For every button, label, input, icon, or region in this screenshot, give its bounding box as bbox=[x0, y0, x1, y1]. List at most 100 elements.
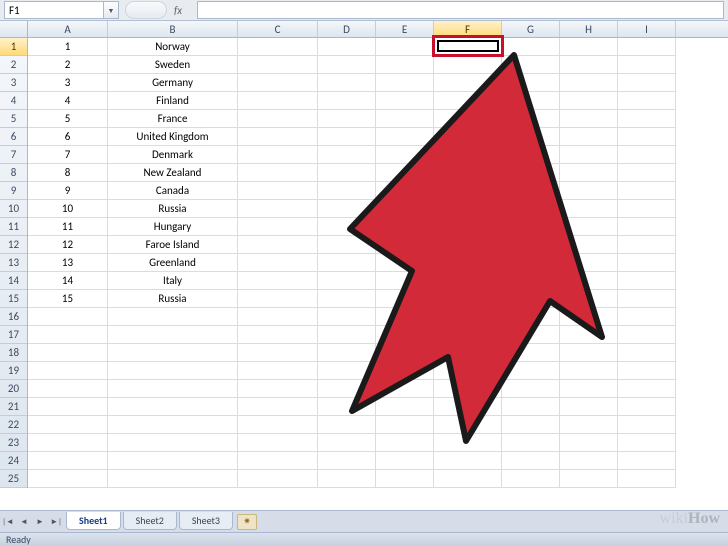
cell[interactable] bbox=[318, 452, 376, 470]
cell[interactable] bbox=[560, 200, 618, 218]
cell[interactable] bbox=[434, 218, 502, 236]
cell[interactable] bbox=[318, 38, 376, 56]
cell[interactable] bbox=[318, 164, 376, 182]
cell[interactable] bbox=[560, 56, 618, 74]
cell[interactable] bbox=[28, 434, 108, 452]
cell[interactable] bbox=[618, 56, 676, 74]
column-header-G[interactable]: G bbox=[502, 21, 560, 37]
cell[interactable] bbox=[376, 164, 434, 182]
cell[interactable] bbox=[108, 308, 238, 326]
cells-area[interactable]: 1Norway2Sweden3Germany4Finland5France6Un… bbox=[28, 38, 728, 488]
row-header[interactable]: 17 bbox=[0, 326, 27, 344]
cell[interactable] bbox=[434, 362, 502, 380]
cell[interactable] bbox=[618, 416, 676, 434]
cell[interactable] bbox=[560, 434, 618, 452]
cell[interactable] bbox=[618, 218, 676, 236]
cell[interactable] bbox=[434, 272, 502, 290]
cell[interactable] bbox=[376, 362, 434, 380]
cell[interactable] bbox=[618, 452, 676, 470]
cell[interactable] bbox=[376, 398, 434, 416]
cell[interactable] bbox=[560, 380, 618, 398]
cell[interactable] bbox=[618, 434, 676, 452]
cell[interactable] bbox=[434, 308, 502, 326]
cell[interactable] bbox=[238, 254, 318, 272]
cell[interactable] bbox=[238, 434, 318, 452]
cell[interactable] bbox=[376, 200, 434, 218]
column-header-F[interactable]: F bbox=[434, 21, 502, 37]
cell[interactable] bbox=[318, 128, 376, 146]
cell[interactable] bbox=[502, 272, 560, 290]
cell[interactable] bbox=[434, 200, 502, 218]
row-header[interactable]: 4 bbox=[0, 92, 27, 110]
cell[interactable] bbox=[318, 326, 376, 344]
cell[interactable]: Hungary bbox=[108, 218, 238, 236]
cell[interactable] bbox=[376, 380, 434, 398]
cell[interactable] bbox=[434, 110, 502, 128]
cell[interactable] bbox=[434, 434, 502, 452]
insert-function-button[interactable]: fx bbox=[167, 1, 189, 19]
tab-nav-next-icon[interactable]: ► bbox=[32, 513, 48, 531]
cell[interactable] bbox=[618, 398, 676, 416]
cell[interactable] bbox=[238, 110, 318, 128]
row-header[interactable]: 22 bbox=[0, 416, 27, 434]
cell[interactable] bbox=[618, 182, 676, 200]
cell[interactable] bbox=[502, 398, 560, 416]
cell[interactable] bbox=[560, 182, 618, 200]
cell[interactable] bbox=[376, 92, 434, 110]
insert-sheet-button[interactable]: ✷ bbox=[237, 514, 257, 530]
cell[interactable] bbox=[560, 416, 618, 434]
cell[interactable] bbox=[618, 92, 676, 110]
cell[interactable]: 11 bbox=[28, 218, 108, 236]
cell[interactable] bbox=[28, 452, 108, 470]
cell[interactable] bbox=[502, 164, 560, 182]
row-header[interactable]: 6 bbox=[0, 128, 27, 146]
cell[interactable] bbox=[618, 380, 676, 398]
cell[interactable] bbox=[108, 380, 238, 398]
cell[interactable]: 7 bbox=[28, 146, 108, 164]
cell[interactable] bbox=[618, 290, 676, 308]
cell[interactable]: 6 bbox=[28, 128, 108, 146]
cell[interactable] bbox=[238, 290, 318, 308]
cell[interactable] bbox=[318, 434, 376, 452]
cell[interactable] bbox=[318, 416, 376, 434]
cell[interactable] bbox=[560, 398, 618, 416]
cell[interactable] bbox=[618, 74, 676, 92]
row-header[interactable]: 21 bbox=[0, 398, 27, 416]
cell[interactable] bbox=[560, 470, 618, 488]
sheet-tab[interactable]: Sheet1 bbox=[66, 512, 121, 530]
cell[interactable] bbox=[238, 56, 318, 74]
cell[interactable] bbox=[318, 200, 376, 218]
cell[interactable]: Russia bbox=[108, 200, 238, 218]
cell[interactable] bbox=[108, 326, 238, 344]
cell[interactable] bbox=[376, 182, 434, 200]
cell[interactable] bbox=[502, 146, 560, 164]
cell[interactable] bbox=[108, 398, 238, 416]
cell[interactable] bbox=[560, 452, 618, 470]
cell[interactable] bbox=[560, 74, 618, 92]
sheet-tab[interactable]: Sheet2 bbox=[123, 512, 177, 530]
cell[interactable] bbox=[434, 470, 502, 488]
cell[interactable] bbox=[618, 146, 676, 164]
row-header[interactable]: 10 bbox=[0, 200, 27, 218]
tab-nav-prev-icon[interactable]: ◄ bbox=[16, 513, 32, 531]
cell[interactable] bbox=[108, 434, 238, 452]
row-header[interactable]: 16 bbox=[0, 308, 27, 326]
cell[interactable] bbox=[502, 182, 560, 200]
cell[interactable] bbox=[502, 254, 560, 272]
cell[interactable] bbox=[618, 470, 676, 488]
cell[interactable] bbox=[238, 362, 318, 380]
cell[interactable]: 15 bbox=[28, 290, 108, 308]
cell[interactable] bbox=[238, 344, 318, 362]
row-header[interactable]: 19 bbox=[0, 362, 27, 380]
cell[interactable] bbox=[434, 344, 502, 362]
cell[interactable] bbox=[560, 146, 618, 164]
cell[interactable] bbox=[560, 110, 618, 128]
cell[interactable] bbox=[560, 362, 618, 380]
cell[interactable] bbox=[318, 470, 376, 488]
cell[interactable] bbox=[434, 254, 502, 272]
cell[interactable] bbox=[376, 38, 434, 56]
tab-nav-last-icon[interactable]: ►| bbox=[48, 513, 64, 531]
cell[interactable] bbox=[560, 38, 618, 56]
cell[interactable]: 2 bbox=[28, 56, 108, 74]
cell[interactable] bbox=[560, 290, 618, 308]
